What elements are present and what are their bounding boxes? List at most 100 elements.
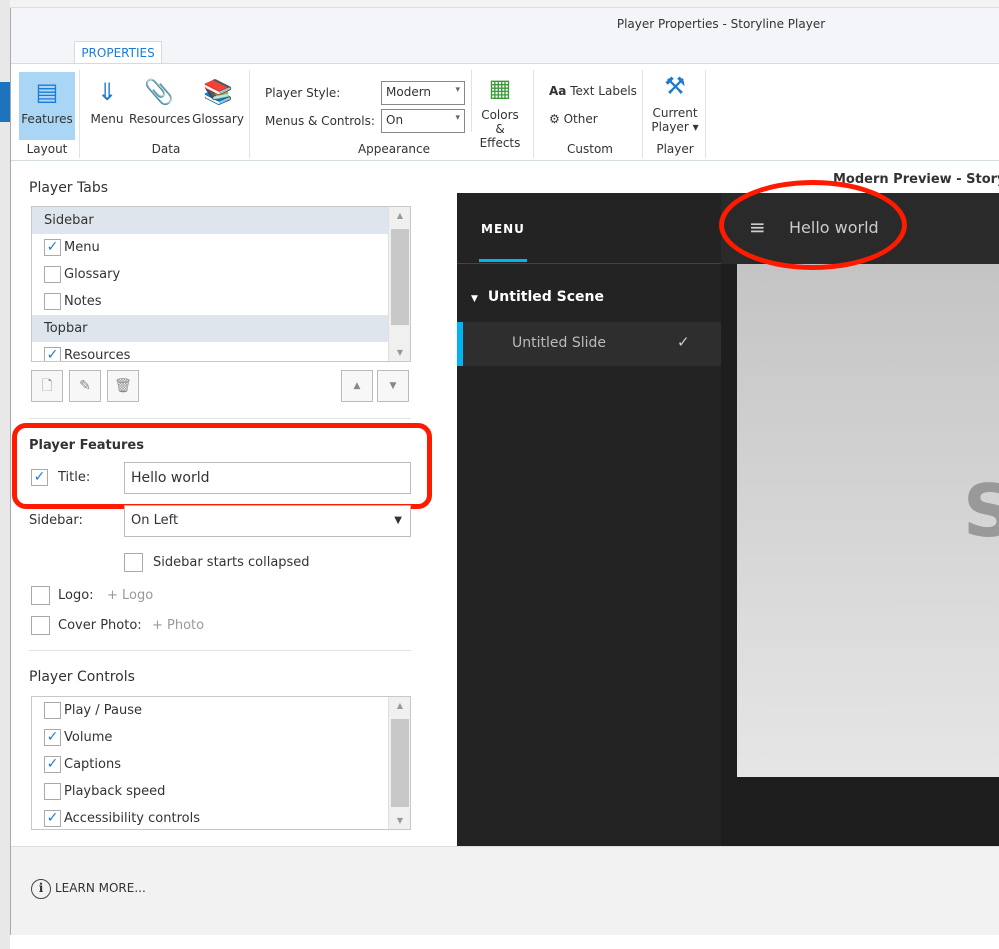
other-label: Other (563, 112, 598, 126)
menu-button[interactable]: ⇓ Menu (87, 76, 127, 126)
checkbox[interactable]: ✓ (44, 756, 61, 773)
info-icon: i (31, 879, 51, 899)
edit-icon: ✎ (79, 378, 91, 394)
list-group-header: Sidebar (32, 207, 410, 234)
item-label: Notes (64, 294, 102, 309)
highlight-annotation (719, 180, 907, 270)
resources-button[interactable]: 📎 Resources (129, 76, 190, 126)
list-item[interactable]: Play / Pause (32, 697, 410, 724)
item-label: Glossary (64, 267, 121, 282)
slide-text: S (963, 469, 999, 553)
checkbox[interactable]: ✓ (44, 810, 61, 827)
menu-arrow-icon: ⇓ (96, 78, 118, 106)
group-layout: Layout (26, 142, 68, 156)
menu-label: Menu (90, 112, 124, 126)
current-player-label: Current Player (651, 106, 698, 134)
list-item[interactable]: Glossary (32, 261, 410, 288)
delete-tab-button[interactable]: 🗑 (107, 370, 139, 402)
list-item[interactable]: ✓ Resources (32, 342, 410, 362)
gear-icon: ⚙ (549, 112, 560, 126)
player-properties-window: Player Properties - Storyline Player PRO… (10, 8, 999, 935)
arrow-up-icon: ▲ (353, 381, 361, 391)
group-appearance: Appearance (357, 142, 431, 156)
player-tabs-heading: Player Tabs (29, 180, 109, 196)
add-logo-link[interactable]: + Logo (107, 588, 153, 603)
text-labels-label: Text Labels (570, 84, 637, 98)
sidebar-select[interactable]: On Left ▼ (124, 505, 411, 537)
menus-controls-label: Menus & Controls: (265, 114, 375, 128)
player-tabs-list: Sidebar ✓ Menu Glossary Notes Topbar ✓ Res… (31, 206, 411, 362)
current-player-button[interactable]: ⚒ Current Player ▾ (647, 70, 703, 134)
checkbox[interactable]: ✓ (44, 729, 61, 746)
group-custom: Custom (567, 142, 613, 156)
list-item[interactable]: ✓ Volume (32, 724, 410, 751)
glossary-book-icon: 📚 (203, 78, 233, 106)
sidebar-collapsed-checkbox[interactable] (124, 553, 143, 572)
scrollbar[interactable]: ▲ ▼ (388, 697, 410, 829)
trash-icon: 🗑 (114, 378, 132, 394)
caret-down-icon: ▼ (471, 294, 478, 304)
checkbox[interactable]: ✓ (44, 347, 61, 361)
checkbox[interactable] (44, 266, 61, 283)
list-item[interactable]: ✓ Menu (32, 234, 410, 261)
list-item[interactable]: ✓ Captions (32, 751, 410, 778)
preview-menu-tab[interactable]: MENU (481, 222, 525, 236)
cover-photo-checkbox[interactable] (31, 616, 50, 635)
text-labels-button[interactable]: Aa Text Labels (549, 84, 637, 98)
background-app-toolbar (0, 0, 999, 8)
player-wrench-icon: ⚒ (664, 72, 686, 100)
move-down-button[interactable]: ▼ (377, 370, 409, 402)
add-photo-link[interactable]: + Photo (152, 618, 204, 633)
logo-checkbox[interactable] (31, 586, 50, 605)
player-controls-list: Play / Pause ✓ Volume ✓ Captions Playback … (31, 696, 411, 830)
paperclip-icon: 📎 (144, 78, 174, 106)
chevron-down-icon: ▼ (394, 515, 402, 526)
preview-sidebar: MENU ▼ Untitled Scene Untitled Slide ✓ (457, 193, 721, 846)
features-label: Features (21, 112, 73, 126)
checkbox[interactable] (44, 702, 61, 719)
background-app-sidebar (0, 0, 10, 949)
item-label: Play / Pause (64, 703, 142, 718)
preview-slide-item[interactable]: Untitled Slide ✓ (457, 322, 721, 366)
color-palette-icon: ▦ (488, 74, 512, 102)
layout-icon: ▤ (35, 78, 59, 106)
highlight-annotation (12, 423, 432, 509)
player-controls-heading: Player Controls (29, 669, 135, 685)
sidebar-collapsed-label: Sidebar starts collapsed (153, 555, 310, 570)
checkbox[interactable] (44, 293, 61, 310)
ribbon: ▤ Features Layout ⇓ Menu 📎 Resources 📚 Gloss… (11, 63, 999, 161)
text-labels-icon: Aa (549, 84, 567, 98)
list-item[interactable]: Notes (32, 288, 410, 315)
title-bar: Player Properties - Storyline Player PRO… (11, 8, 999, 64)
item-label: Volume (64, 730, 113, 745)
scrollbar[interactable]: ▲ ▼ (388, 207, 410, 361)
glossary-label: Glossary (192, 112, 244, 126)
new-tab-button[interactable]: 🗋 (31, 370, 63, 402)
preview-scene[interactable]: ▼ Untitled Scene (471, 289, 604, 305)
checkbox[interactable]: ✓ (44, 239, 61, 256)
list-item[interactable]: ✓ Accessibility controls (32, 805, 410, 829)
edit-tab-button[interactable]: ✎ (69, 370, 101, 402)
item-label: Captions (64, 757, 121, 772)
player-style-select[interactable]: Modern (381, 81, 465, 105)
learn-more-label: LEARN MORE... (55, 881, 146, 895)
arrow-down-icon: ▼ (389, 381, 397, 391)
move-up-button[interactable]: ▲ (341, 370, 373, 402)
glossary-button[interactable]: 📚 Glossary (191, 76, 245, 126)
item-label: Resources (64, 348, 131, 362)
item-label: Playback speed (64, 784, 166, 799)
item-label: Accessibility controls (64, 811, 200, 826)
window-title: Player Properties - Storyline Player (616, 17, 826, 31)
menus-controls-select[interactable]: On (381, 109, 465, 133)
check-icon: ✓ (677, 333, 690, 351)
learn-more-link[interactable]: i LEARN MORE... (31, 879, 146, 899)
new-file-icon: 🗋 (41, 378, 53, 394)
player-preview: MENU ▼ Untitled Scene Untitled Slide ✓ ≡ … (457, 193, 999, 846)
other-button[interactable]: ⚙ Other (549, 112, 598, 126)
colors-effects-button[interactable]: ▦ Colors & Effects (475, 72, 525, 150)
list-item[interactable]: Playback speed (32, 778, 410, 805)
features-button[interactable]: ▤ Features (19, 72, 75, 140)
tab-properties[interactable]: PROPERTIES (74, 41, 162, 64)
checkbox[interactable] (44, 783, 61, 800)
scene-label: Untitled Scene (487, 289, 604, 305)
